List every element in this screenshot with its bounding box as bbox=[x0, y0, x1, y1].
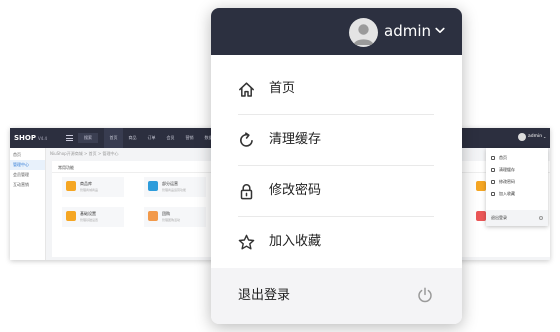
user-name[interactable]: admin bbox=[384, 21, 431, 41]
menu-item-add-favorite[interactable]: 加入收藏 bbox=[211, 217, 462, 268]
background-menu-item[interactable]: 首页 bbox=[486, 152, 548, 164]
background-avatar[interactable] bbox=[518, 133, 526, 141]
star-icon bbox=[491, 192, 495, 196]
background-logout[interactable]: 退出登录 bbox=[486, 210, 548, 226]
background-sidebar-item[interactable]: 互动营销 bbox=[10, 180, 45, 190]
menu-icon[interactable] bbox=[66, 135, 73, 141]
menu-item-clear-cache[interactable]: 清理缓存 bbox=[211, 115, 462, 166]
background-card-title: 部分运营 bbox=[162, 181, 178, 186]
user-dropdown-menu: admin 首页 清理缓存 修改密码 加入收藏 退出登录 bbox=[211, 8, 462, 324]
background-nav-item[interactable]: 会员 bbox=[161, 128, 180, 148]
background-panel-title: 常用功能 bbox=[58, 165, 74, 170]
background-logo: SHOP V4.4 bbox=[14, 133, 47, 144]
background-menu-item[interactable]: 加入收藏 bbox=[486, 188, 548, 200]
background-nav-item[interactable]: 订单 bbox=[142, 128, 161, 148]
background-card-desc: 管理团购活动 bbox=[162, 218, 181, 222]
menu-item-home[interactable]: 首页 bbox=[211, 64, 462, 115]
background-card[interactable]: 商品库 管理商城商品 bbox=[62, 177, 124, 197]
background-card-desc: 管理商城商品 bbox=[80, 188, 99, 192]
power-icon bbox=[539, 216, 543, 220]
background-menu-label: 清理缓存 bbox=[499, 167, 515, 172]
background-card-desc: 管理商品运营功能 bbox=[162, 188, 187, 192]
background-breadcrumb: NiuShop开源商城 > 首页 > 管理中心 bbox=[50, 151, 119, 156]
menu-item-change-password[interactable]: 修改密码 bbox=[211, 166, 462, 217]
background-logo-text: SHOP bbox=[14, 134, 36, 142]
background-card-desc: 管理基础设置 bbox=[80, 218, 99, 222]
power-icon bbox=[417, 287, 433, 303]
background-menu-label: 修改密码 bbox=[499, 179, 515, 184]
background-nav-item[interactable]: 商品 bbox=[123, 128, 142, 148]
background-nav-item[interactable]: 营销 bbox=[180, 128, 199, 148]
background-nav-item[interactable]: 首页 bbox=[104, 128, 123, 148]
background-menu-label: 加入收藏 bbox=[499, 191, 515, 196]
background-user-menu: 首页 清理缓存 修改密码 加入收藏 退出登录 bbox=[486, 148, 548, 226]
home-icon bbox=[238, 81, 255, 98]
logout-button[interactable]: 退出登录 bbox=[211, 268, 462, 324]
background-sidebar-item[interactable]: 会员管理 bbox=[10, 170, 45, 180]
background-card[interactable]: 部分运营 管理商品运营功能 bbox=[144, 177, 206, 197]
background-card[interactable]: 团购 管理团购活动 bbox=[144, 207, 206, 227]
chevron-down-icon[interactable]: ⌄ bbox=[543, 134, 546, 139]
background-sidebar-item[interactable]: 管理中心 bbox=[10, 160, 45, 170]
logout-label: 退出登录 bbox=[238, 288, 291, 303]
avatar[interactable] bbox=[349, 18, 378, 47]
lock-icon bbox=[238, 183, 255, 200]
background-card-title: 团购 bbox=[162, 211, 170, 216]
background-card-title: 商品库 bbox=[80, 181, 92, 186]
dropdown-header[interactable]: admin bbox=[211, 8, 462, 55]
card-icon bbox=[476, 211, 486, 221]
chevron-down-icon[interactable] bbox=[435, 27, 445, 34]
refresh-icon bbox=[491, 168, 495, 172]
background-sidebar: 首页 管理中心 会员管理 互动营销 bbox=[10, 148, 46, 260]
star-icon bbox=[238, 234, 255, 251]
menu-item-label: 清理缓存 bbox=[269, 132, 322, 147]
screenshot-stage: SHOPV4.4 搜索 首页 商品 订单 会员 营销 数据 应用 admin ⌄… bbox=[0, 0, 560, 332]
background-card-title: 基础设置 bbox=[80, 211, 96, 216]
lock-icon bbox=[491, 180, 495, 184]
card-icon bbox=[66, 211, 76, 221]
menu-item-label: 加入收藏 bbox=[269, 234, 322, 249]
background-logout-label: 退出登录 bbox=[491, 215, 507, 220]
background-sidebar-title: 首页 bbox=[13, 152, 21, 157]
card-icon bbox=[476, 181, 486, 191]
background-menu-item[interactable]: 修改密码 bbox=[486, 176, 548, 188]
background-user-name[interactable]: admin bbox=[528, 134, 542, 139]
home-icon bbox=[491, 156, 495, 160]
card-icon bbox=[148, 181, 158, 191]
card-icon bbox=[66, 181, 76, 191]
dropdown-menu-list: 首页 清理缓存 修改密码 加入收藏 bbox=[211, 64, 462, 268]
user-avatar-icon bbox=[353, 24, 374, 45]
background-search-button[interactable]: 搜索 bbox=[78, 133, 98, 143]
refresh-icon bbox=[238, 132, 255, 149]
background-menu-item[interactable]: 清理缓存 bbox=[486, 164, 548, 176]
menu-item-label: 首页 bbox=[269, 81, 296, 96]
card-icon bbox=[148, 211, 158, 221]
menu-item-label: 修改密码 bbox=[269, 183, 322, 198]
background-logo-version: V4.4 bbox=[37, 136, 48, 141]
background-menu-label: 首页 bbox=[499, 155, 507, 160]
background-card[interactable]: 基础设置 管理基础设置 bbox=[62, 207, 124, 227]
